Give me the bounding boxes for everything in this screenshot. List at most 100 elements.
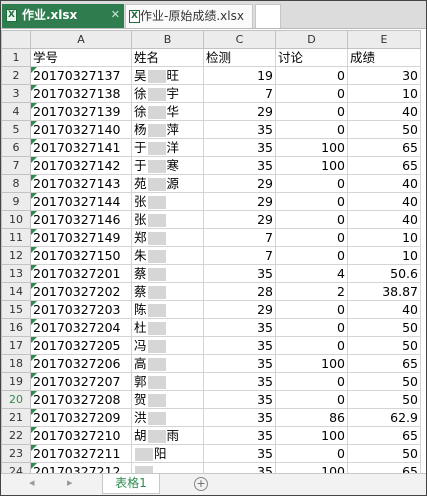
cell[interactable]: 65 (347, 156, 421, 175)
new-tab-button[interactable] (255, 4, 281, 28)
cell[interactable]: 20170327143 (30, 174, 132, 193)
cell[interactable]: 0 (275, 66, 348, 85)
row-header[interactable]: 14 (1, 282, 31, 301)
cell[interactable]: 50 (347, 336, 421, 355)
cell[interactable]: 贺 (131, 390, 204, 409)
row-header[interactable]: 15 (1, 300, 31, 319)
cell[interactable]: 28 (203, 282, 276, 301)
cell[interactable]: 20170327139 (30, 102, 132, 121)
cell[interactable]: 62.9 (347, 408, 421, 427)
cell[interactable]: 胡雨 (131, 426, 204, 445)
cell[interactable]: 蔡 (131, 282, 204, 301)
cell[interactable]: 吴旺 (131, 66, 204, 85)
cell[interactable]: 0 (275, 390, 348, 409)
row-header[interactable]: 17 (1, 336, 31, 355)
cell[interactable]: 4 (275, 264, 348, 283)
cell[interactable]: 10 (347, 228, 421, 247)
row-header[interactable]: 3 (1, 84, 31, 103)
cell[interactable]: 20170327210 (30, 426, 132, 445)
cell[interactable]: 65 (347, 426, 421, 445)
select-all-corner[interactable] (1, 30, 31, 49)
cell[interactable]: 29 (203, 102, 276, 121)
cell[interactable]: 20170327141 (30, 138, 132, 157)
cell[interactable]: 高 (131, 354, 204, 373)
cell[interactable]: 50 (347, 390, 421, 409)
row-header[interactable]: 11 (1, 228, 31, 247)
row-header[interactable]: 2 (1, 66, 31, 85)
cell[interactable]: 100 (275, 156, 348, 175)
cell[interactable]: 40 (347, 300, 421, 319)
cell[interactable]: 50 (347, 120, 421, 139)
cell[interactable]: 35 (203, 156, 276, 175)
cell[interactable]: 10 (347, 246, 421, 265)
cell[interactable]: 20170327149 (30, 228, 132, 247)
cell[interactable]: 检测 (203, 48, 276, 67)
cell[interactable]: 0 (275, 372, 348, 391)
cell[interactable]: 20170327142 (30, 156, 132, 175)
row-header[interactable]: 13 (1, 264, 31, 283)
cell[interactable]: 40 (347, 192, 421, 211)
cell[interactable]: 20170327140 (30, 120, 132, 139)
column-header-b[interactable]: B (131, 30, 204, 49)
row-header[interactable]: 16 (1, 318, 31, 337)
cell[interactable]: 0 (275, 102, 348, 121)
column-header-e[interactable]: E (347, 30, 421, 49)
row-header[interactable]: 18 (1, 354, 31, 373)
cell[interactable]: 0 (275, 300, 348, 319)
cell[interactable]: 29 (203, 192, 276, 211)
column-header-d[interactable]: D (275, 30, 348, 49)
column-header-a[interactable]: A (30, 30, 132, 49)
cell[interactable]: 35 (203, 120, 276, 139)
cell[interactable]: 20170327205 (30, 336, 132, 355)
cell[interactable]: 朱 (131, 246, 204, 265)
cell[interactable]: 29 (203, 174, 276, 193)
row-header[interactable]: 4 (1, 102, 31, 121)
cell[interactable]: 35 (203, 390, 276, 409)
cell[interactable]: 35 (203, 318, 276, 337)
cell[interactable]: 0 (275, 246, 348, 265)
cell[interactable]: 30 (347, 66, 421, 85)
row-header[interactable]: 8 (1, 174, 31, 193)
cell[interactable]: 10 (347, 84, 421, 103)
cell[interactable]: 阳 (131, 444, 204, 463)
cell[interactable]: 苑源 (131, 174, 204, 193)
cell[interactable]: 20170327138 (30, 84, 132, 103)
sheet-tab[interactable]: 表格1 (102, 474, 160, 494)
row-header[interactable]: 20 (1, 390, 31, 409)
cell[interactable]: 杜 (131, 318, 204, 337)
column-header-c[interactable]: C (203, 30, 276, 49)
add-sheet-icon[interactable]: + (194, 477, 208, 491)
cell[interactable]: 陈 (131, 300, 204, 319)
cell[interactable]: 0 (275, 336, 348, 355)
row-header[interactable]: 23 (1, 444, 31, 463)
cell[interactable]: 100 (275, 138, 348, 157)
cell[interactable]: 35 (203, 408, 276, 427)
cell[interactable]: 50 (347, 318, 421, 337)
cell[interactable]: 29 (203, 210, 276, 229)
cell[interactable]: 20170327206 (30, 354, 132, 373)
cell[interactable]: 蔡 (131, 264, 204, 283)
cell[interactable]: 0 (275, 84, 348, 103)
cell[interactable]: 郭 (131, 372, 204, 391)
cell[interactable]: 35 (203, 354, 276, 373)
cell[interactable]: 20170327208 (30, 390, 132, 409)
cell[interactable]: 成绩 (347, 48, 421, 67)
row-header[interactable]: 5 (1, 120, 31, 139)
cell[interactable]: 35 (203, 372, 276, 391)
cell[interactable]: 35 (203, 264, 276, 283)
row-header[interactable]: 10 (1, 210, 31, 229)
cell[interactable]: 学号 (30, 48, 132, 67)
cell[interactable]: 0 (275, 318, 348, 337)
row-header[interactable]: 9 (1, 192, 31, 211)
cell[interactable]: 100 (275, 426, 348, 445)
cell[interactable]: 35 (203, 444, 276, 463)
document-tab-active[interactable]: X 作业.xlsx ✕ (2, 4, 124, 28)
cell[interactable]: 20170327150 (30, 246, 132, 265)
cell[interactable]: 29 (203, 300, 276, 319)
row-header[interactable]: 7 (1, 156, 31, 175)
cell[interactable]: 冯 (131, 336, 204, 355)
cell[interactable]: 0 (275, 120, 348, 139)
cell[interactable]: 40 (347, 102, 421, 121)
row-header[interactable]: 12 (1, 246, 31, 265)
cell[interactable]: 0 (275, 192, 348, 211)
